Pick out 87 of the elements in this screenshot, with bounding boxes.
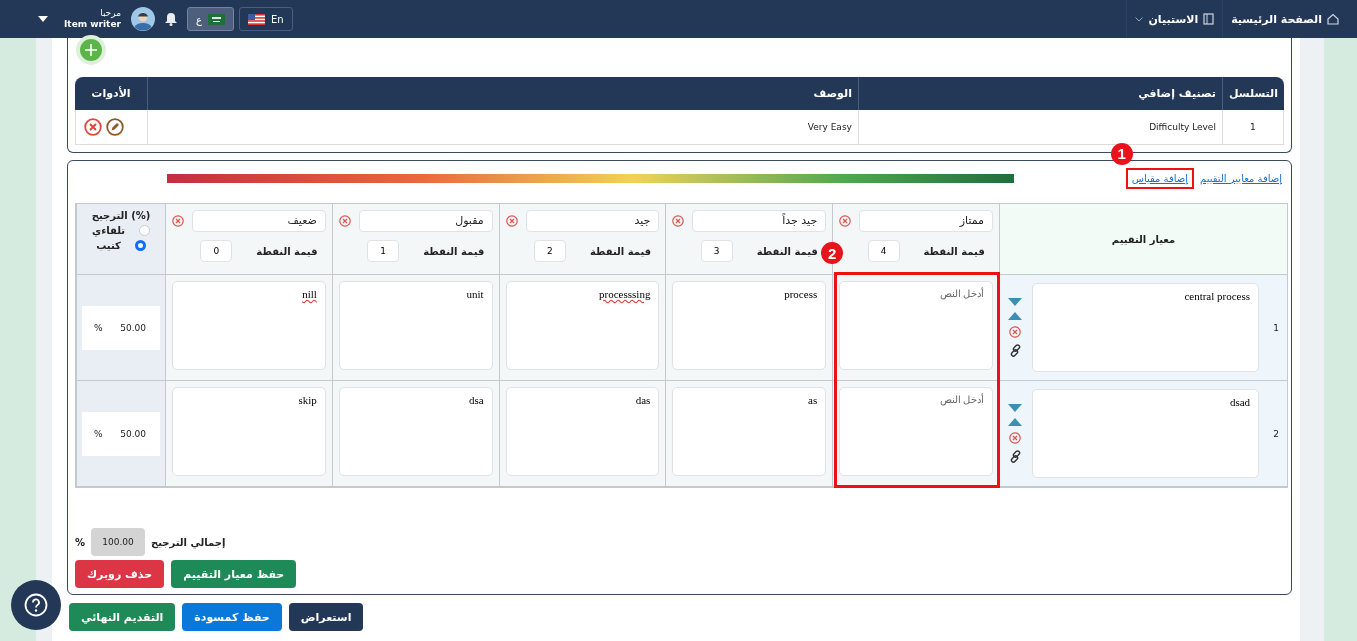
radio-button[interactable] (139, 225, 151, 236)
table-cell: Difficulty Level (857, 110, 1222, 145)
action-button[interactable]: حذف روبرك (75, 560, 165, 588)
link-icon[interactable] (1008, 450, 1022, 463)
caret-icon[interactable] (38, 16, 48, 22)
delete-icon[interactable] (84, 118, 102, 136)
radio-button[interactable] (134, 240, 146, 251)
action-button[interactable]: استعراض (288, 603, 364, 631)
column-header: الوصف (147, 77, 858, 110)
weight-field[interactable]: 50.00 % (82, 411, 160, 456)
descriptor-field[interactable]: processsing (505, 281, 660, 370)
table-cell: Very Easy (147, 110, 858, 145)
language-button[interactable]: ع (186, 7, 234, 31)
points-label: قيمة النقطة (756, 245, 818, 257)
points-label: قيمة النقطة (423, 245, 485, 257)
percent-sign: % (94, 428, 103, 439)
remove-icon[interactable] (505, 215, 518, 227)
remove-icon[interactable] (672, 215, 685, 227)
radio-label: كتيب (96, 240, 121, 251)
level-name-field[interactable]: ضعيف (192, 210, 326, 232)
points-field[interactable]: 0 (200, 240, 233, 262)
move-down-icon[interactable] (1008, 404, 1022, 412)
edit-icon[interactable] (106, 118, 124, 136)
points-label: قيمة النقطة (923, 245, 985, 257)
points-field[interactable]: 1 (367, 240, 400, 262)
descriptor-field[interactable]: process (672, 281, 827, 370)
remove-icon[interactable] (172, 215, 184, 227)
greeting-text: مرحبا (100, 8, 121, 19)
help-icon (24, 593, 48, 617)
home-icon (1327, 13, 1339, 25)
language-button[interactable]: En (238, 7, 293, 31)
chevron-icon (1135, 16, 1144, 22)
add-criteria-link[interactable]: إضافة معايير التقييم (1200, 172, 1282, 184)
percent-sign: % (75, 536, 86, 548)
descriptor-field[interactable]: unit (338, 281, 493, 370)
action-button[interactable]: حفظ كمسودة (182, 603, 282, 631)
points-field[interactable]: 3 (700, 240, 733, 262)
table-cell: 1 (1221, 110, 1284, 145)
criteria-header: معيار التقييم (1111, 233, 1176, 245)
descriptor-field[interactable]: dsa (338, 387, 493, 476)
weighting-title: (%) الترجيح (91, 210, 151, 221)
points-label: قيمة النقطة (256, 245, 318, 257)
weight-field[interactable]: 50.00 % (82, 305, 160, 350)
flag-icon (247, 13, 265, 25)
descriptor-field[interactable]: as (672, 387, 827, 476)
bell-icon[interactable] (164, 12, 177, 26)
move-up-icon[interactable] (1008, 418, 1022, 426)
weight-value: 50.00 (120, 322, 146, 333)
percent-sign: % (94, 322, 103, 333)
add-button[interactable] (80, 39, 102, 61)
flag-icon (207, 13, 225, 25)
level-name-field[interactable]: مقبول (358, 210, 493, 232)
column-header: تصنيف إضافي (857, 77, 1222, 110)
weight-value: 50.00 (120, 428, 146, 439)
level-name-field[interactable]: جيد جداً (692, 210, 827, 232)
points-field[interactable]: 2 (533, 240, 566, 262)
descriptor-field[interactable]: nill (172, 281, 326, 370)
move-down-icon[interactable] (1008, 298, 1022, 306)
criterion-text-field[interactable]: central process (1032, 283, 1260, 372)
points-label: قيمة النقطة (589, 245, 652, 257)
book-icon (1203, 13, 1215, 25)
total-weight-label: إجمالي الترجيح (151, 536, 226, 548)
descriptor-field[interactable]: das (505, 387, 660, 476)
link-icon[interactable] (1008, 344, 1022, 357)
column-header: التسلسل (1221, 77, 1284, 110)
remove-icon[interactable] (839, 215, 852, 227)
remove-icon[interactable] (338, 215, 351, 227)
criterion-text-field[interactable]: dsad (1032, 389, 1260, 478)
descriptor-field[interactable]: skip (172, 387, 326, 476)
row-number: 2 (1272, 428, 1279, 439)
total-weight-field: 100.00 (91, 528, 146, 556)
points-field[interactable]: 4 (867, 240, 900, 262)
avatar-icon[interactable] (130, 7, 155, 31)
user-role: Item writer (64, 19, 121, 30)
plus-icon (85, 44, 97, 56)
row-number: 1 (1272, 322, 1279, 333)
remove-icon[interactable] (1009, 432, 1021, 444)
level-name-field[interactable]: ممتاز (859, 210, 993, 232)
action-button[interactable]: التقديم النهائي (69, 603, 176, 631)
action-button[interactable]: حفظ معيار التقييم (171, 560, 297, 588)
move-up-icon[interactable] (1008, 312, 1022, 320)
descriptor-field[interactable]: أدخل النص (839, 281, 993, 370)
level-name-field[interactable]: جيد (525, 210, 660, 232)
column-header: الأدوات (75, 77, 147, 110)
radio-label: تلقاءي (91, 225, 126, 236)
remove-icon[interactable] (1009, 326, 1021, 338)
descriptor-field[interactable]: أدخل النص (839, 387, 993, 476)
